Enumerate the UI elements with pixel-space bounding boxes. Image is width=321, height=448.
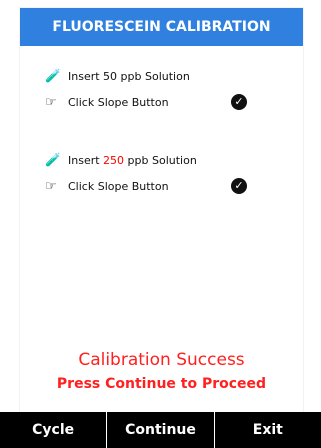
calibration-panel: FLUORESCEIN CALIBRATION 🧪 Insert 50 ppb …	[0, 8, 321, 448]
concentration-value: 250	[103, 154, 125, 167]
hand-pointer-icon: ☞	[45, 95, 57, 110]
calibration-screen: FLUORESCEIN CALIBRATION 🧪 Insert 50 ppb …	[0, 0, 321, 448]
pipette-icon: 🧪	[45, 153, 62, 168]
checkmark-icon: ✓	[231, 178, 247, 194]
step-click-slope-1: ☞ Click Slope Button ✓	[20, 92, 303, 114]
exit-button[interactable]: Exit	[213, 412, 321, 448]
page-title: FLUORESCEIN CALIBRATION	[52, 19, 271, 35]
step-click-slope-2: ☞ Click Slope Button ✓	[20, 176, 303, 198]
step-label: Click Slope Button	[68, 180, 169, 193]
calibration-status-subtitle: Press Continue to Proceed	[56, 376, 267, 392]
softkey-bar: Cycle Continue Exit	[0, 412, 321, 448]
concentration-value: 50	[103, 70, 118, 83]
cycle-button[interactable]: Cycle	[0, 412, 106, 448]
step-label: Insert 50 ppb Solution	[68, 70, 190, 83]
continue-button[interactable]: Continue	[106, 412, 213, 448]
calibration-status-title: Calibration Success	[78, 350, 245, 370]
step-label: Click Slope Button	[68, 96, 169, 109]
step-insert-250: 🧪 Insert 250 ppb Solution	[20, 150, 303, 172]
checkmark-icon: ✓	[231, 94, 247, 110]
step-insert-50: 🧪 Insert 50 ppb Solution	[20, 66, 303, 88]
hand-pointer-icon: ☞	[45, 179, 57, 194]
title-bar: FLUORESCEIN CALIBRATION	[20, 8, 303, 46]
step-label: Insert 250 ppb Solution	[68, 154, 197, 167]
pipette-icon: 🧪	[45, 69, 62, 84]
